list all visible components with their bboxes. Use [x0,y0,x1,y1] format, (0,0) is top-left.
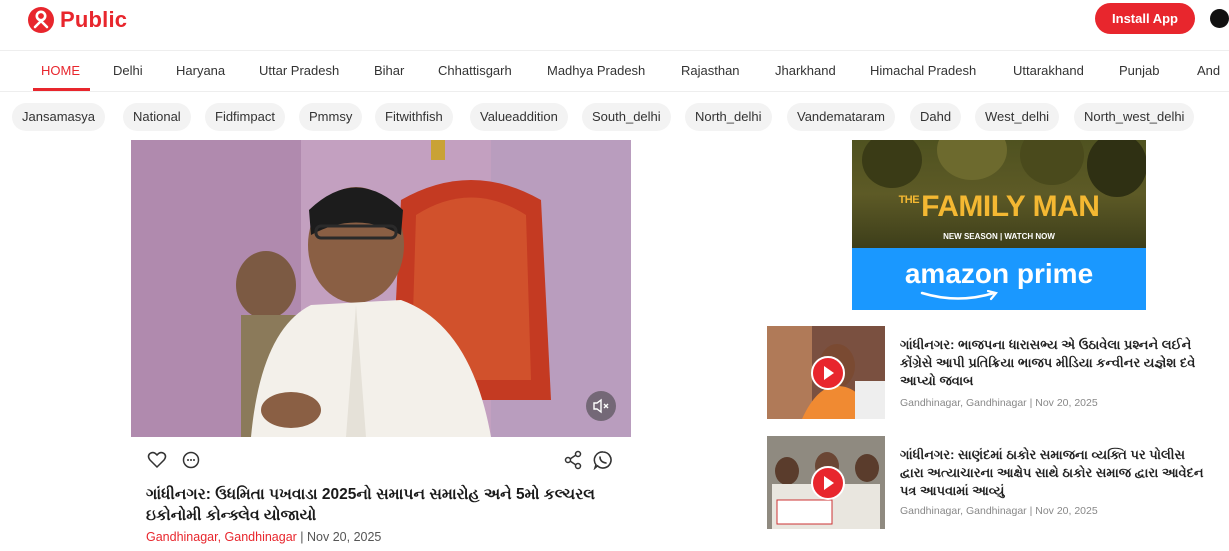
chip-west-delhi[interactable]: West_delhi [975,103,1060,131]
install-app-button[interactable]: Install App [1095,3,1195,34]
nav-item-home[interactable]: HOME [41,51,80,91]
share-icon[interactable] [563,450,583,470]
news-thumb-3[interactable] [767,545,885,551]
news-thumb-2[interactable] [767,436,885,529]
nav-item-haryana[interactable]: Haryana [176,51,225,91]
nav-item-delhi[interactable]: Delhi [113,51,143,91]
active-tab-indicator [33,88,90,91]
like-heart-icon[interactable] [147,450,167,470]
chip-north-delhi[interactable]: North_delhi [685,103,772,131]
logo-text: Public [60,7,128,32]
nav-item-uttarakhand[interactable]: Uttarakhand [1013,51,1084,91]
mute-icon [593,398,609,414]
news-thumb-1[interactable] [767,326,885,419]
featured-location[interactable]: Gandhinagar, Gandhinagar [146,530,297,544]
featured-video[interactable] [131,140,631,437]
news-title-1[interactable]: ગાંધીનગર: ભાજપના ધારાસભ્ય એ ઉઠાવેલા પ્રશ… [900,336,1205,390]
amazon-smile-icon [920,290,998,301]
chip-fidfimpact[interactable]: Fidfimpact [205,103,285,131]
chip-dahd[interactable]: Dahd [910,103,962,131]
chip-fitwithfish[interactable]: Fitwithfish [375,103,453,131]
news-meta-1: Gandhinagar, Gandhinagar | Nov 20, 2025 [900,397,1098,409]
nav-item-bihar[interactable]: Bihar [374,51,404,91]
play-icon[interactable] [811,356,845,390]
nav-item-rajasthan[interactable]: Rajasthan [681,51,740,91]
nav-item-punjab[interactable]: Punjab [1119,51,1159,91]
mute-button[interactable] [586,391,616,421]
whatsapp-icon[interactable] [593,450,613,471]
ad-title-text: FAMILY MAN [921,190,1100,223]
profile-icon[interactable] [1210,9,1229,28]
chip-pmmsy[interactable]: Pmmsy [299,103,363,131]
nav-item-madhya-pradesh[interactable]: Madhya Pradesh [547,51,645,91]
chip-north-west-delhi[interactable]: North_west_delhi [1074,103,1195,131]
ad-title-prefix: THE [898,194,920,206]
featured-title[interactable]: ગાંધીનગર: ઉધમિતા પખવાડા 2025નો સમાપન સમા… [146,484,616,526]
nav-item-uttar-pradesh[interactable]: Uttar Pradesh [259,51,339,91]
nav-item-himachal-pradesh[interactable]: Himachal Pradesh [870,51,976,91]
news-meta-2: Gandhinagar, Gandhinagar | Nov 20, 2025 [900,505,1098,517]
advertisement-banner[interactable]: THEFAMILY MAN NEW SEASON | WATCH NOW ama… [852,140,1146,310]
public-logo[interactable]: Public [28,4,127,36]
logo-icon [28,7,54,33]
nav-item-chhattisgarh[interactable]: Chhattisgarh [438,51,512,91]
chip-south-delhi[interactable]: South_delhi [582,103,671,131]
site-header: Public Install App [0,0,1229,48]
topic-chips: Jansamasya National Fidfimpact Pmmsy Fit… [0,100,1229,134]
ad-brand: amazon prime [904,258,1094,289]
chip-valueaddition[interactable]: Valueaddition [470,103,568,131]
ad-subtitle: NEW SEASON | WATCH NOW [943,232,1055,241]
video-frame-image [131,140,631,437]
news-title-2[interactable]: ગાંધીનગર: સાણંદમાં ઠાકોર સમાજના વ્યક્તિ … [900,446,1205,500]
featured-date: | Nov 20, 2025 [300,530,382,544]
nav-item-jharkhand[interactable]: Jharkhand [775,51,836,91]
chip-vandemataram[interactable]: Vandemataram [787,103,895,131]
play-icon[interactable] [811,466,845,500]
ad-title: THEFAMILY MAN [852,190,1146,224]
chip-jansamasya[interactable]: Jansamasya [12,103,105,131]
comment-icon[interactable] [181,450,201,470]
main-nav: HOME Delhi Haryana Uttar Pradesh Bihar C… [0,50,1229,92]
featured-meta: Gandhinagar, Gandhinagar | Nov 20, 2025 [146,530,381,544]
nav-item-andhra[interactable]: And [1197,51,1220,91]
chip-national[interactable]: National [123,103,191,131]
